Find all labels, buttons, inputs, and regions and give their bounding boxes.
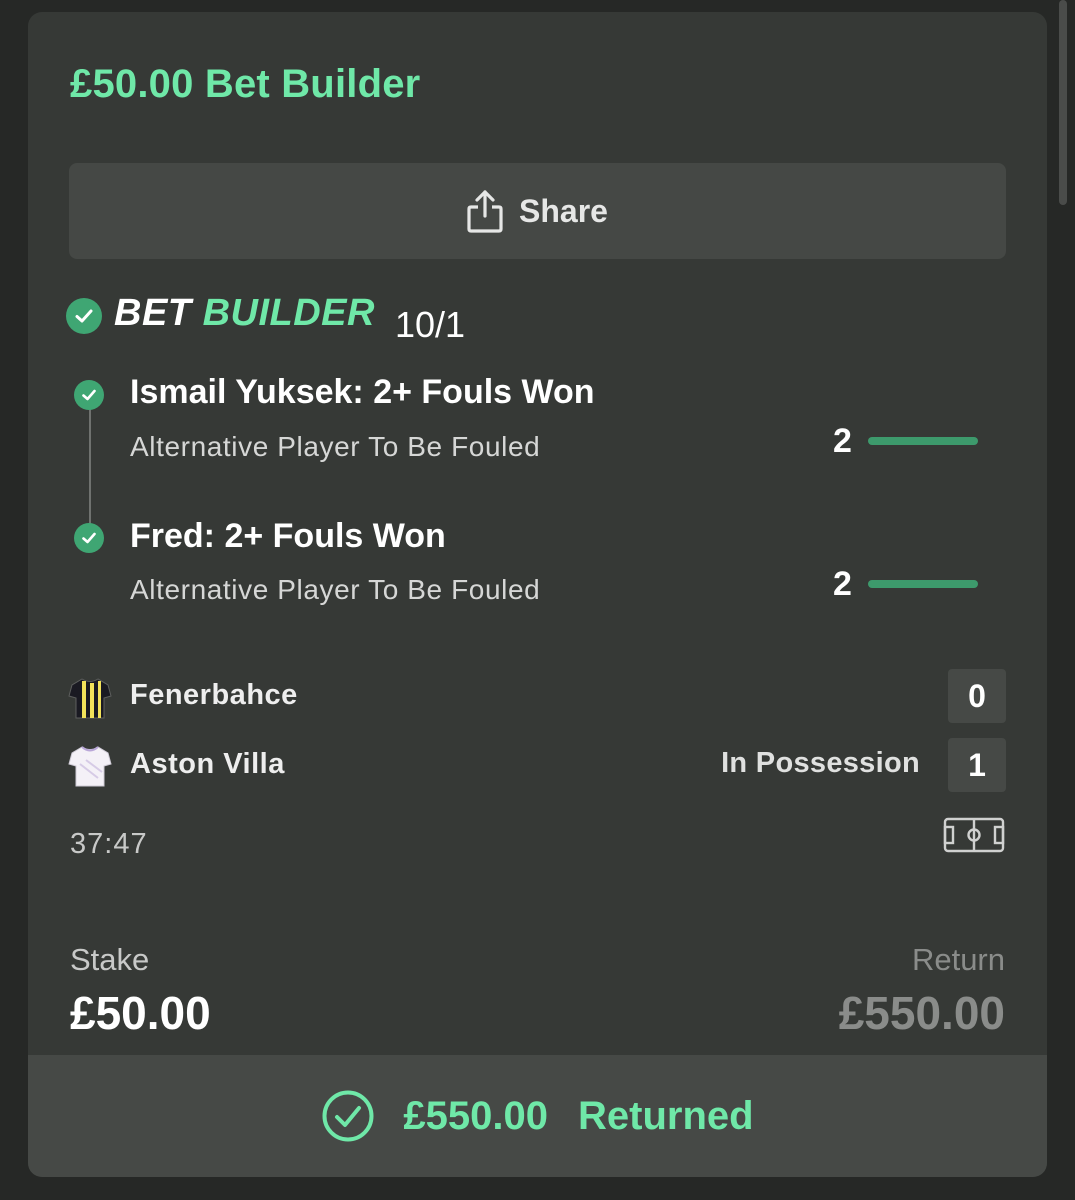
selection-progress-count: 2 <box>833 422 852 460</box>
bet-title: £50.00 Bet Builder <box>70 62 421 106</box>
fenerbahce-shirt-icon <box>68 678 112 719</box>
share-label: Share <box>519 192 608 229</box>
share-button[interactable]: Share <box>69 163 1006 259</box>
away-team-score: 1 <box>948 738 1006 792</box>
selection-won-check-icon <box>74 523 104 553</box>
returned-status: Returned <box>578 1093 754 1138</box>
pitch-icon[interactable] <box>943 817 1005 853</box>
returned-amount: £550.00 <box>403 1093 548 1138</box>
home-team-name: Fenerbahce <box>130 679 298 711</box>
selection-progress-bar <box>868 437 978 445</box>
share-icon <box>467 190 503 233</box>
bet-builder-logo-word-builder: BUILDER <box>202 292 375 334</box>
selection-progress-count: 2 <box>833 565 852 603</box>
match-clock: 37:47 <box>70 828 148 860</box>
stake-value: £50.00 <box>70 987 211 1039</box>
return-value: £550.00 <box>838 987 1005 1039</box>
bet-result-banner: £550.00 Returned <box>28 1055 1047 1177</box>
bet-card: £50.00 Bet Builder Share BET BUILDER 10/… <box>28 12 1047 1177</box>
selection-title: Ismail Yuksek: 2+ Fouls Won <box>130 373 595 411</box>
aston-villa-shirt-icon <box>68 746 112 787</box>
selection-market: Alternative Player To Be Fouled <box>130 574 541 605</box>
selection-progress-bar <box>868 580 978 588</box>
possession-indicator: In Possession <box>721 747 920 779</box>
bet-odds: 10/1 <box>395 304 466 345</box>
bet-builder-logo: BET BUILDER <box>114 292 375 335</box>
bet-builder-logo-word-bet: BET <box>114 292 192 334</box>
bet-won-check-icon <box>66 298 102 334</box>
home-team-score: 0 <box>948 669 1006 723</box>
scrollbar[interactable] <box>1059 0 1067 205</box>
return-label: Return <box>911 942 1005 977</box>
selection-title: Fred: 2+ Fouls Won <box>130 517 446 555</box>
returned-check-icon <box>322 1090 374 1142</box>
away-team-name: Aston Villa <box>130 748 285 780</box>
selection-connector <box>89 408 91 526</box>
selection-won-check-icon <box>74 380 104 410</box>
stake-label: Stake <box>70 942 150 977</box>
selection-market: Alternative Player To Be Fouled <box>130 431 541 462</box>
